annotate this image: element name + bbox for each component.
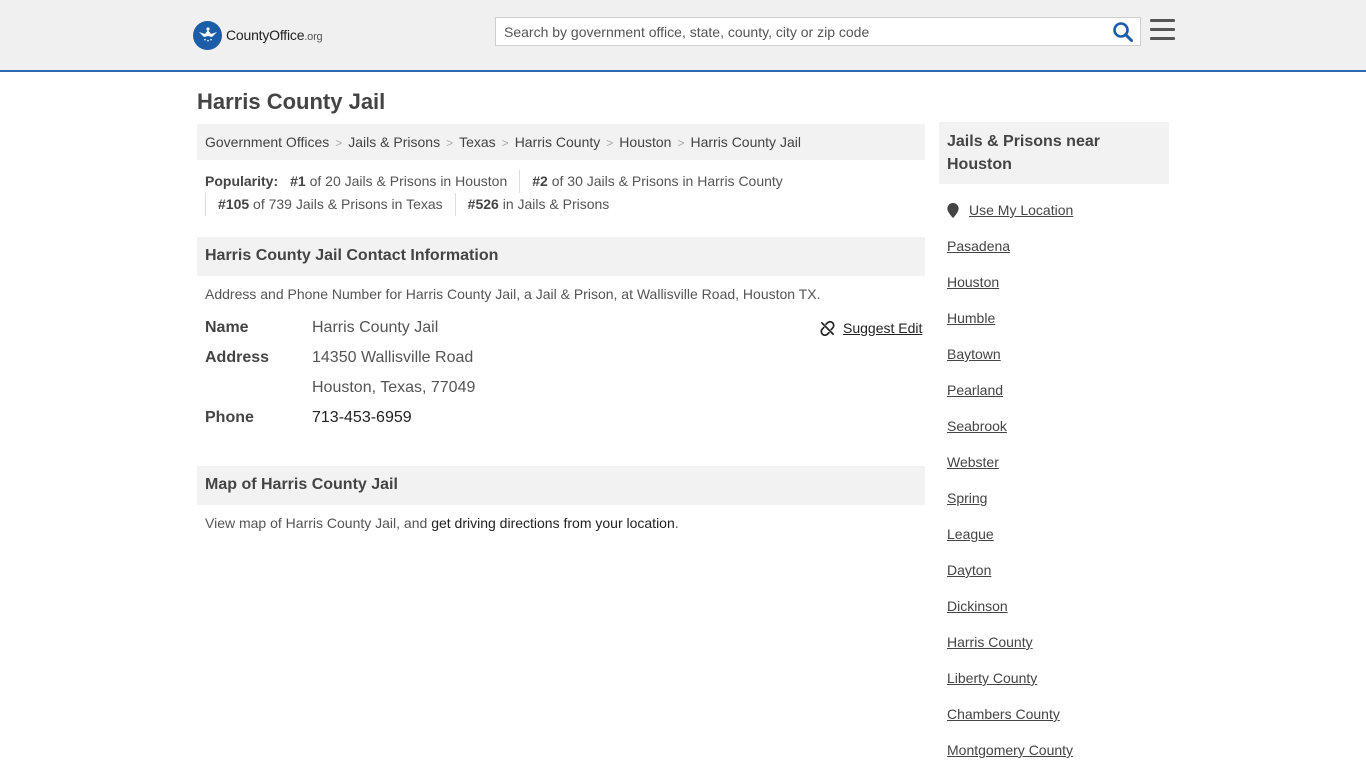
breadcrumb-jails-prisons[interactable]: Jails & Prisons (348, 134, 440, 150)
breadcrumb-separator: > (606, 136, 614, 150)
top-bar: CountyOffice.org (0, 0, 1366, 72)
search-box (495, 17, 1141, 46)
sidebar-item-houston[interactable]: Houston (947, 274, 1073, 310)
phone-label: Phone (205, 409, 254, 426)
suggest-edit-link[interactable]: Suggest Edit (820, 320, 922, 336)
sidebar-item-webster[interactable]: Webster (947, 454, 1073, 490)
sidebar-item-montgomery-county[interactable]: Montgomery County (947, 742, 1073, 778)
search-button[interactable] (1112, 21, 1134, 43)
broken-link-icon (820, 320, 835, 336)
breadcrumb-separator: > (335, 136, 343, 150)
popularity-label: Popularity: (205, 173, 279, 189)
page-title: Harris County Jail (197, 89, 386, 114)
hamburger-menu-icon[interactable] (1150, 19, 1175, 41)
sidebar-item-chambers-county[interactable]: Chambers County (947, 706, 1073, 742)
sidebar-item-dickinson[interactable]: Dickinson (947, 598, 1073, 634)
breadcrumb-government-offices[interactable]: Government Offices (205, 134, 329, 150)
nearby-sidebar: Jails & Prisons near Houston Use My Loca… (939, 122, 1169, 758)
address-label: Address (205, 349, 270, 366)
name-value: Harris County Jail (312, 319, 439, 336)
site-logo[interactable]: CountyOffice.org (193, 20, 323, 50)
breadcrumb-houston[interactable]: Houston (619, 134, 671, 150)
sidebar-item-harris-county[interactable]: Harris County (947, 634, 1073, 670)
nearby-list: Pasadena Houston Humble Baytown Pearland… (947, 238, 1073, 778)
sidebar-item-dayton[interactable]: Dayton (947, 562, 1073, 598)
phone-link[interactable]: 713-453-6959 (312, 409, 412, 426)
breadcrumb-separator: > (501, 136, 509, 150)
phone-value: 713-453-6959 (312, 409, 412, 427)
address-line-1: 14350 Wallisville Road (312, 349, 474, 366)
sidebar-item-league[interactable]: League (947, 526, 1073, 562)
sidebar-item-baytown[interactable]: Baytown (947, 346, 1073, 382)
breadcrumb-separator: > (677, 136, 685, 150)
sidebar-item-pearland[interactable]: Pearland (947, 382, 1073, 418)
eagle-seal-icon (193, 20, 222, 50)
driving-directions-link[interactable]: get driving directions from your locatio… (431, 515, 675, 531)
contact-section-heading: Harris County Jail Contact Information (197, 237, 925, 276)
sidebar-item-liberty-county[interactable]: Liberty County (947, 670, 1073, 706)
breadcrumb-current: Harris County Jail (690, 134, 801, 150)
popularity-item: #2 of 30 Jails & Prisons in Harris Count… (519, 170, 795, 193)
sidebar-item-spring[interactable]: Spring (947, 490, 1073, 526)
breadcrumb: Government Offices > Jails & Prisons > Texas… (197, 124, 925, 160)
contact-description: Address and Phone Number for Harris Coun… (205, 286, 821, 302)
breadcrumb-separator: > (446, 136, 454, 150)
popularity-item: #105 of 739 Jails & Prisons in Texas (205, 193, 455, 216)
sidebar-item-humble[interactable]: Humble (947, 310, 1073, 346)
breadcrumb-harris-county[interactable]: Harris County (515, 134, 601, 150)
sidebar-heading: Jails & Prisons near Houston (939, 122, 1169, 184)
popularity-ranking: Popularity: #1 of 20 Jails & Prisons in … (205, 170, 925, 216)
sidebar-item-seabrook[interactable]: Seabrook (947, 418, 1073, 454)
search-input[interactable] (496, 18, 1106, 45)
name-label: Name (205, 319, 249, 336)
breadcrumb-texas[interactable]: Texas (459, 134, 496, 150)
address-line-2: Houston, Texas, 77049 (312, 379, 476, 396)
sidebar-item-pasadena[interactable]: Pasadena (947, 238, 1073, 274)
map-section-heading: Map of Harris County Jail (197, 466, 925, 505)
map-pin-icon (947, 202, 959, 218)
map-description: View map of Harris County Jail, and get … (205, 515, 679, 531)
popularity-item: #526 in Jails & Prisons (454, 193, 622, 216)
search-icon (1113, 22, 1133, 42)
popularity-item: #1 of 20 Jails & Prisons in Houston (290, 173, 508, 189)
use-my-location-link[interactable]: Use My Location (947, 202, 1073, 218)
logo-wordmark: CountyOffice.org (226, 27, 323, 43)
